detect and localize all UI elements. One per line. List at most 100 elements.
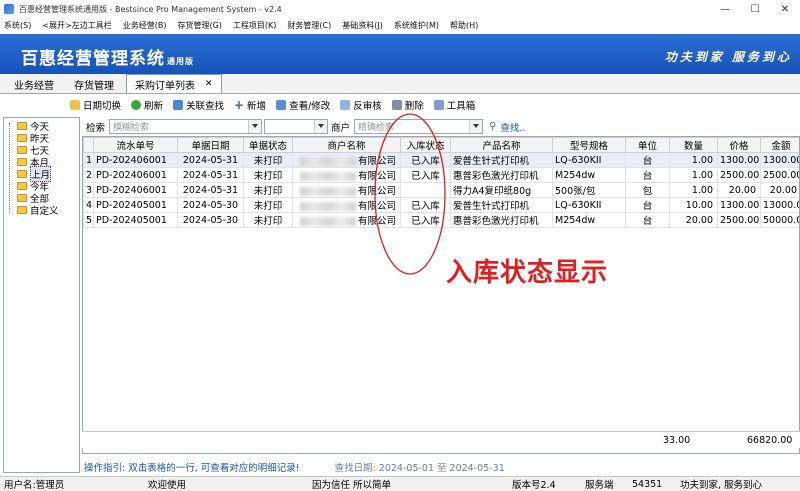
hint-bar: 操作指引: 双击表格的一行, 可查看对应的明细记录! 查找日期: 2024-05… xyxy=(84,461,800,474)
edit-icon xyxy=(276,100,287,110)
chevron-down-icon xyxy=(252,124,259,128)
table-cell: 2024-05-31 xyxy=(177,152,244,168)
menu-bar: 系统(S) <展开>左边工具栏 业务经营(B) 存货管理(G) 工程项目(K) … xyxy=(0,18,800,33)
total-amount: 66820.00 xyxy=(747,435,793,446)
document-icon xyxy=(340,100,351,110)
table-cell: 2024-05-31 xyxy=(177,182,244,198)
tab-close-icon[interactable]: ✕ xyxy=(205,79,213,89)
total-quantity: 33.00 xyxy=(663,435,691,446)
column-header[interactable]: 价格 xyxy=(717,137,761,153)
related-search-button[interactable]: 关联查找 xyxy=(173,98,224,112)
table-cell: 未打印 xyxy=(243,212,293,228)
refresh-button[interactable]: 刷新 xyxy=(131,98,163,112)
column-header[interactable]: 型号规格 xyxy=(552,137,626,153)
redacted-text xyxy=(299,217,356,226)
search-button[interactable]: ⚲ 查找.. xyxy=(489,120,525,134)
menu-finance[interactable]: 财务管理(C) xyxy=(287,20,331,31)
menu-inventory[interactable]: 存货管理(G) xyxy=(177,20,221,31)
add-button[interactable]: + 新增 xyxy=(234,98,266,112)
column-header[interactable]: 单位 xyxy=(625,137,670,153)
totals-row: 33.00 66820.00 xyxy=(82,431,800,448)
status-server-port: 54351 xyxy=(632,478,663,490)
table-cell: 惠普彩色激光打印机 xyxy=(450,167,553,183)
folder-icon xyxy=(17,134,27,142)
column-header[interactable]: 产品名称 xyxy=(450,137,553,153)
status-motto: 因为信任 所以简单 xyxy=(312,480,392,491)
annotation-ellipse xyxy=(374,113,446,275)
tree-item-custom[interactable]: 自定义 xyxy=(17,204,59,217)
status-bar: 用户名:管理员 欢迎使用 因为信任 所以简单 版本号2.4 服务端 54351 … xyxy=(0,476,800,491)
folder-icon xyxy=(17,182,27,190)
column-header[interactable]: 流水单号 xyxy=(93,137,178,153)
menu-business[interactable]: 业务经营(B) xyxy=(123,20,167,31)
column-header[interactable] xyxy=(83,137,94,153)
toolbox-icon xyxy=(433,100,444,110)
status-version: 版本号2.4 xyxy=(512,480,556,491)
app-banner: 百惠经营管理系统 通用版 功夫到家 服务到心 xyxy=(0,34,800,74)
menu-maintenance[interactable]: 系统维护(M) xyxy=(394,20,439,31)
table-cell: 2500.00 xyxy=(717,212,761,228)
table-cell: 台 xyxy=(625,167,670,183)
field-select[interactable] xyxy=(264,119,329,134)
table-cell: 爱普生针式打印机 xyxy=(450,197,553,213)
status-welcome: 欢迎使用 xyxy=(148,480,187,491)
search-label: 检索 xyxy=(86,122,106,134)
maximize-button[interactable]: ☐ xyxy=(740,0,770,18)
table-cell: 2 xyxy=(83,167,94,183)
table-cell: 1300.00 xyxy=(717,152,761,168)
operation-guide: 操作指引: 双击表格的一行, 可查看对应的明细记录! xyxy=(84,463,300,474)
window-title: 百惠经营管理系统通用版 - Bestsince Pro Management S… xyxy=(19,4,282,14)
table-cell: 2500.00 xyxy=(717,167,761,183)
table-cell: 1.00 xyxy=(669,152,718,168)
table-cell: 2024-05-30 xyxy=(177,197,244,213)
menu-help[interactable]: 帮助(H) xyxy=(450,20,478,31)
table-cell: PD-202405001 xyxy=(93,197,178,213)
chevron-down-icon xyxy=(318,124,325,128)
annotation-text: 入库状态显示 xyxy=(446,258,609,288)
column-header[interactable]: 金额 xyxy=(760,137,799,153)
table-cell: 2024-05-30 xyxy=(177,212,244,228)
redacted-text xyxy=(299,187,356,196)
table-cell: 未打印 xyxy=(243,167,293,183)
column-header[interactable]: 单据状态 xyxy=(243,137,293,153)
table-cell: 台 xyxy=(625,197,670,213)
table-cell: 未打印 xyxy=(243,197,293,213)
table-cell: 50000.00 xyxy=(760,212,799,228)
banner-slogan: 功夫到家 服务到心 xyxy=(664,50,792,64)
trash-icon xyxy=(391,100,402,110)
tab-inventory[interactable]: 存货管理 xyxy=(66,75,122,93)
minimize-button[interactable]: — xyxy=(710,0,740,18)
table-cell: 1.00 xyxy=(669,182,718,198)
table-cell: 未打印 xyxy=(243,182,293,198)
table-cell: 1.00 xyxy=(669,167,718,183)
table-cell: 10.00 xyxy=(669,197,718,213)
status-user: 用户名:管理员 xyxy=(4,480,65,491)
view-edit-button[interactable]: 查看/修改 xyxy=(276,98,330,112)
date-switch-button[interactable]: 日期切换 xyxy=(70,98,121,112)
table-cell: LQ-630KII xyxy=(552,197,626,213)
title-bar: 百惠经营管理系统通用版 - Bestsince Pro Management S… xyxy=(0,0,800,18)
table-cell: 台 xyxy=(625,152,670,168)
column-header[interactable]: 单据日期 xyxy=(177,137,244,153)
menu-expand-toolbar[interactable]: <展开>左边工具栏 xyxy=(42,20,111,31)
tree-guide-line xyxy=(9,123,15,213)
table-cell: 惠普彩色激光打印机 xyxy=(450,212,553,228)
table-cell: PD-202405001 xyxy=(93,212,178,228)
menu-system[interactable]: 系统(S) xyxy=(4,20,31,31)
table-cell: LQ-630KII xyxy=(552,152,626,168)
redacted-text xyxy=(299,157,356,166)
redacted-text xyxy=(299,172,356,181)
menu-basic-data[interactable]: 基础资料(J) xyxy=(342,20,383,31)
column-header[interactable]: 数量 xyxy=(669,137,718,153)
tab-business[interactable]: 业务经营 xyxy=(6,75,62,93)
table-cell: 1 xyxy=(83,152,94,168)
chevron-down-icon xyxy=(473,124,480,128)
folder-icon xyxy=(17,146,27,154)
menu-projects[interactable]: 工程项目(K) xyxy=(233,20,277,31)
folder-icon xyxy=(17,170,27,178)
fuzzy-search-input[interactable]: 模糊检索 xyxy=(109,119,263,134)
search-icon: ⚲ xyxy=(489,121,497,132)
close-button[interactable]: ✕ xyxy=(770,0,800,18)
tab-purchase-orders[interactable]: 采购订单列表 ✕ xyxy=(126,74,222,93)
table-cell: M254dw xyxy=(552,212,626,228)
